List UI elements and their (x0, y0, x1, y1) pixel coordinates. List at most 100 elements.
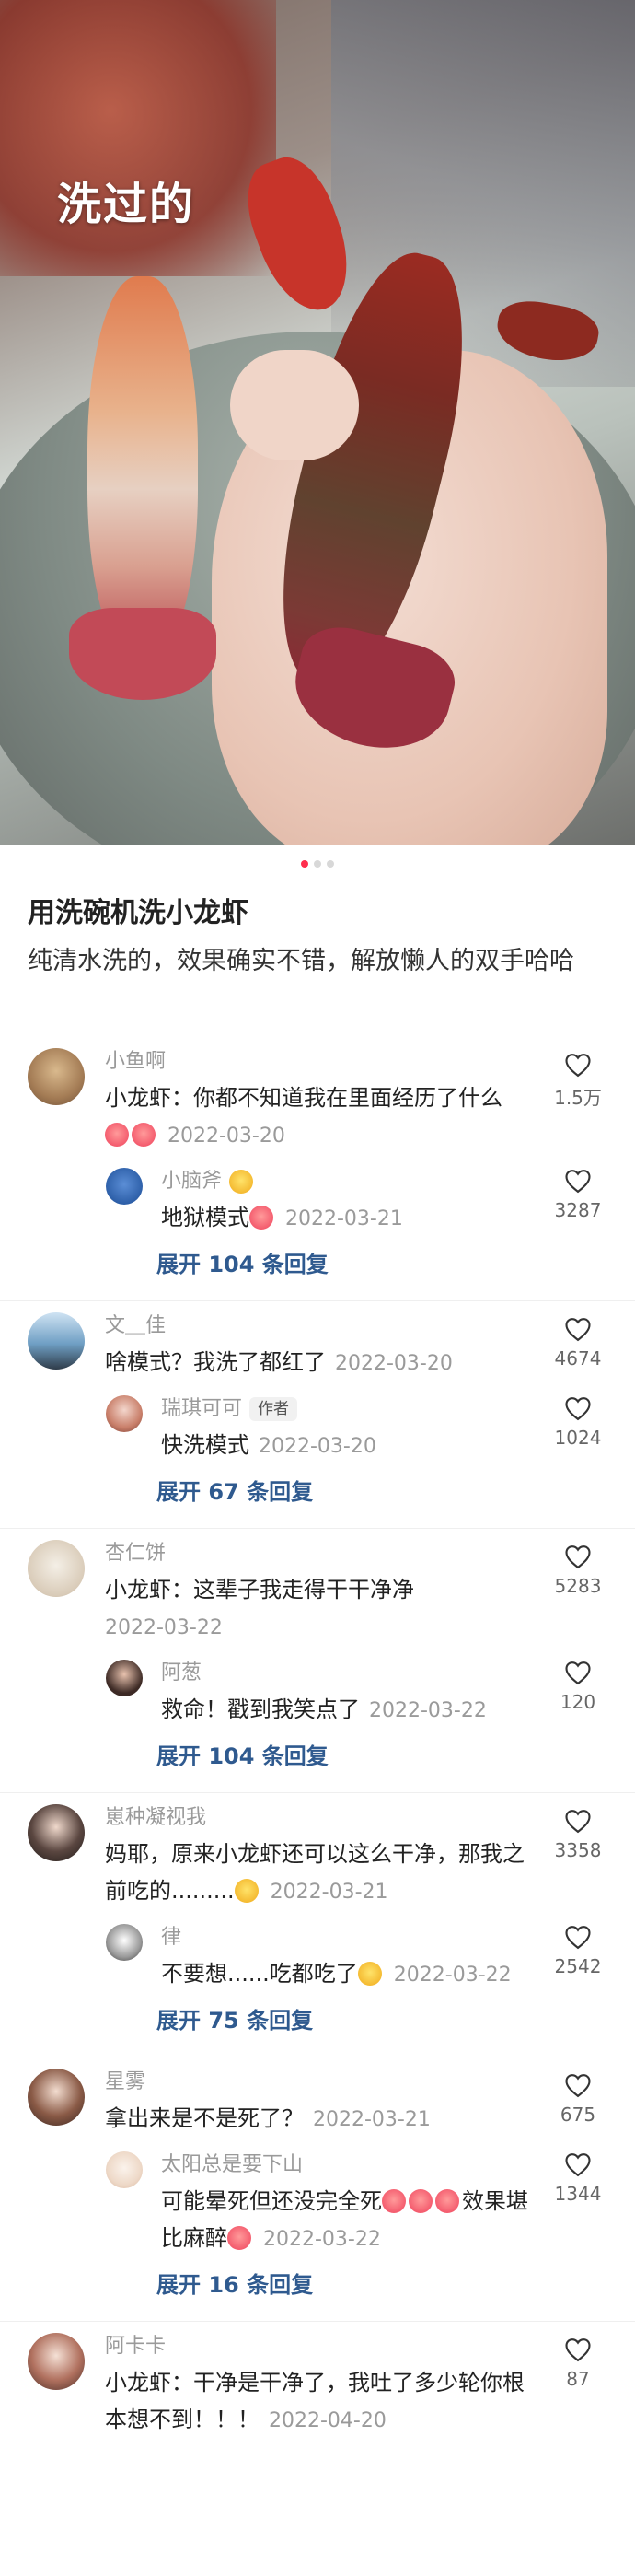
reply: 阿葱 救命！戳到我笑点了 2022-03-22 120 (0, 1660, 635, 1730)
comment-text: 小龙虾：这辈子我走得干干净净 (105, 1577, 414, 1603)
post-title: 用洗碗机洗小龙虾 (28, 897, 248, 929)
heart-icon (565, 1170, 591, 1194)
avatar[interactable] (28, 2333, 85, 2390)
like-button[interactable]: 4674 (548, 1316, 607, 1370)
avatar[interactable] (106, 1395, 143, 1432)
avatar[interactable] (28, 2069, 85, 2126)
heart-icon (565, 1926, 591, 1950)
like-button[interactable]: 120 (548, 1660, 607, 1713)
like-button[interactable]: 1.5万 (548, 1052, 607, 1110)
avatar[interactable] (106, 2151, 143, 2188)
post-image[interactable]: 洗过的 (0, 0, 635, 845)
comment-username[interactable]: 杏仁饼 (105, 1540, 166, 1568)
reply-username[interactable]: 小脑斧 (161, 1168, 222, 1195)
comment-thread: 阿卡卡 小龙虾：干净是干净了，我吐了多少轮你根本想不到！！！ 2022-04-20… (0, 2322, 635, 2460)
comment: 小鱼啊 小龙虾：你都不知道我在里面经历了什么 2022-03-20 1.5万 (0, 1048, 635, 1155)
reply-username[interactable]: 瑞琪可可 (161, 1395, 242, 1423)
comment-text: 啥模式？我洗了都红了 (105, 1349, 326, 1375)
avatar[interactable] (28, 1540, 85, 1597)
image-thumb (230, 350, 359, 460)
comment-username[interactable]: 星雾 (105, 2069, 145, 2096)
avatar[interactable] (28, 1312, 85, 1370)
reply-text: 快洗模式 (161, 1432, 249, 1458)
reply-date: 2022-03-22 (393, 1964, 512, 1987)
like-button[interactable]: 1344 (548, 2151, 607, 2205)
comment-date: 2022-03-22 (105, 1616, 223, 1639)
reply: 律 不要想......吃都吃了 2022-03-22 2542 (0, 1924, 635, 1994)
expand-replies-button[interactable]: 展开 104 条回复 (0, 1741, 635, 1772)
pig-emoji-icon (132, 1123, 156, 1147)
comment-username[interactable]: 小鱼啊 (105, 1048, 166, 1076)
comment-thread: 崽种凝视我 妈耶，原来小龙虾还可以这么干净，那我之前吃的......... 202… (0, 1793, 635, 2057)
comment: 阿卡卡 小龙虾：干净是干净了，我吐了多少轮你根本想不到！！！ 2022-04-20… (0, 2333, 635, 2440)
pig-emoji-icon (249, 1206, 273, 1230)
carousel-dot[interactable] (327, 860, 334, 868)
reply-text: 救命！戳到我笑点了 (161, 1696, 360, 1722)
heart-icon (565, 1397, 591, 1421)
like-count: 1344 (554, 2183, 602, 2205)
author-badge: 作者 (249, 1397, 298, 1421)
image-caption: 洗过的 (57, 179, 196, 230)
smile-emoji-icon (357, 1962, 382, 1986)
reply-text: 地狱模式 (161, 1205, 249, 1230)
pig-emoji-icon (227, 2226, 251, 2250)
like-button[interactable]: 1024 (548, 1395, 607, 1449)
heart-icon (565, 1810, 591, 1834)
like-button[interactable]: 675 (548, 2072, 607, 2126)
carousel-dot[interactable] (301, 860, 308, 868)
like-button[interactable]: 87 (548, 2337, 607, 2390)
heart-icon (565, 1545, 591, 1569)
comment-username[interactable]: 阿卡卡 (105, 2333, 166, 2360)
comment-text: 小龙虾：你都不知道我在里面经历了什么 (105, 1085, 502, 1111)
reply-date: 2022-03-22 (263, 2228, 381, 2251)
expand-replies-button[interactable]: 展开 16 条回复 (0, 2269, 635, 2301)
reply: 小脑斧 地狱模式 2022-03-21 3287 (0, 1168, 635, 1238)
like-button[interactable]: 3358 (548, 1808, 607, 1861)
like-count: 675 (560, 2104, 596, 2126)
comment: 星雾 拿出来是不是死了？ 2022-03-21 675 (0, 2069, 635, 2139)
pig-emoji-icon (105, 1123, 129, 1147)
smile-emoji-icon (234, 1879, 259, 1903)
heart-icon (565, 1661, 591, 1685)
post-description: 纯清水洗的，效果确实不错，解放懒人的双手哈哈 (28, 947, 574, 975)
comment-username[interactable]: 崽种凝视我 (105, 1804, 206, 1832)
comment-date: 2022-03-20 (335, 1352, 453, 1375)
carousel-dot[interactable] (314, 860, 321, 868)
reply-date: 2022-03-21 (285, 1207, 403, 1230)
like-button[interactable]: 2542 (548, 1924, 607, 1977)
like-count: 1024 (554, 1427, 602, 1449)
expand-replies-button[interactable]: 展开 75 条回复 (0, 2005, 635, 2036)
avatar[interactable] (106, 1660, 143, 1696)
avatar[interactable] (28, 1804, 85, 1861)
heart-icon (565, 1054, 591, 1078)
like-count: 120 (560, 1691, 596, 1713)
expand-replies-button[interactable]: 展开 67 条回复 (0, 1476, 635, 1508)
like-button[interactable]: 5283 (548, 1544, 607, 1597)
like-count: 3287 (554, 1199, 602, 1221)
heart-icon (565, 2074, 591, 2098)
avatar[interactable] (106, 1924, 143, 1961)
like-button[interactable]: 3287 (548, 1168, 607, 1221)
like-count: 1.5万 (554, 1087, 602, 1109)
comment-text: 拿出来是不是死了？ (105, 2105, 304, 2131)
reply-username[interactable]: 太阳总是要下山 (161, 2151, 303, 2179)
comment-date: 2022-03-21 (313, 2108, 431, 2131)
reply-username[interactable]: 律 (161, 1924, 181, 1952)
reply-date: 2022-03-20 (259, 1435, 376, 1458)
comment-date: 2022-03-20 (167, 1125, 285, 1148)
avatar[interactable] (106, 1168, 143, 1205)
comment-list: 小鱼啊 小龙虾：你都不知道我在里面经历了什么 2022-03-20 1.5万 小… (0, 1037, 635, 2460)
expand-replies-button[interactable]: 展开 104 条回复 (0, 1249, 635, 1280)
comment-thread: 文＿佳 啥模式？我洗了都红了 2022-03-20 4674 瑞琪可可 作者 快洗模… (0, 1301, 635, 1529)
reply-date: 2022-03-22 (369, 1699, 487, 1722)
comment-thread: 小鱼啊 小龙虾：你都不知道我在里面经历了什么 2022-03-20 1.5万 小… (0, 1037, 635, 1301)
reply: 瑞琪可可 作者 快洗模式 2022-03-20 1024 (0, 1395, 635, 1465)
avatar[interactable] (28, 1048, 85, 1105)
comment-thread: 杏仁饼 小龙虾：这辈子我走得干干净净 2022-03-22 5283 阿葱 救命！… (0, 1529, 635, 1793)
comment: 文＿佳 啥模式？我洗了都红了 2022-03-20 4674 (0, 1312, 635, 1382)
reply-username[interactable]: 阿葱 (161, 1660, 202, 1687)
comment-thread: 星雾 拿出来是不是死了？ 2022-03-21 675 太阳总是要下山 可能晕死但… (0, 2057, 635, 2322)
tiger-emoji-icon (229, 1170, 254, 1194)
comment-username[interactable]: 文＿佳 (105, 1312, 166, 1340)
heart-icon (565, 2338, 591, 2362)
